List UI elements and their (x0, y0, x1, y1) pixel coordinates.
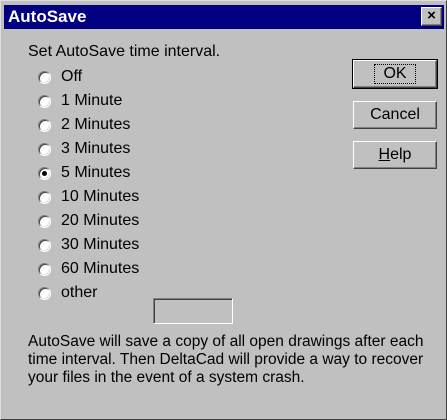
title-bar: AutoSave × (4, 5, 444, 29)
radio-20-minutes[interactable] (38, 214, 51, 228)
option-30-minutes[interactable]: 30 Minutes (38, 233, 139, 257)
option-10-minutes[interactable]: 10 Minutes (38, 185, 139, 209)
option-1-minute[interactable]: 1 Minute (38, 89, 139, 113)
help-button[interactable]: Help (353, 141, 437, 169)
option-off[interactable]: Off (38, 65, 139, 89)
option-60-minutes[interactable]: 60 Minutes (38, 257, 139, 281)
radio-10-minutes[interactable] (38, 190, 51, 204)
cancel-button[interactable]: Cancel (353, 101, 437, 129)
close-icon[interactable]: × (421, 7, 442, 26)
option-3-minutes-label: 3 Minutes (61, 140, 131, 157)
interval-prompt: Set AutoSave time interval. (28, 43, 221, 60)
option-off-label: Off (61, 68, 83, 85)
radio-5-minutes[interactable] (38, 166, 51, 180)
cancel-button-label: Cancel (370, 106, 420, 123)
option-other-label: other (61, 284, 98, 301)
interval-options: Off 1 Minute 2 Minutes 3 Minutes 5 Minut… (38, 65, 139, 305)
option-5-minutes-label: 5 Minutes (61, 164, 131, 181)
option-2-minutes-label: 2 Minutes (61, 116, 131, 133)
autosave-description: AutoSave will save a copy of all open dr… (28, 333, 424, 386)
option-other[interactable]: other (38, 281, 139, 305)
option-1-minute-label: 1 Minute (61, 92, 123, 109)
radio-2-minutes[interactable] (38, 118, 51, 132)
option-5-minutes[interactable]: 5 Minutes (38, 161, 139, 185)
ok-button-label: OK (374, 64, 416, 84)
radio-60-minutes[interactable] (38, 262, 51, 276)
other-interval-field[interactable] (153, 298, 233, 324)
help-button-mnemonic: H (378, 146, 391, 163)
option-3-minutes[interactable]: 3 Minutes (38, 137, 139, 161)
help-button-label: elp (390, 146, 412, 163)
option-2-minutes[interactable]: 2 Minutes (38, 113, 139, 137)
radio-off[interactable] (38, 70, 51, 84)
option-60-minutes-label: 60 Minutes (61, 260, 140, 277)
radio-1-minute[interactable] (38, 94, 51, 108)
option-30-minutes-label: 30 Minutes (61, 236, 140, 253)
autosave-dialog: AutoSave × Set AutoSave time interval. O… (0, 0, 447, 420)
option-20-minutes-label: 20 Minutes (61, 212, 140, 229)
option-10-minutes-label: 10 Minutes (61, 188, 140, 205)
window-title: AutoSave (8, 7, 87, 26)
option-20-minutes[interactable]: 20 Minutes (38, 209, 139, 233)
radio-30-minutes[interactable] (38, 238, 51, 252)
ok-button[interactable]: OK (352, 59, 438, 89)
radio-3-minutes[interactable] (38, 142, 51, 156)
radio-other[interactable] (38, 286, 51, 300)
